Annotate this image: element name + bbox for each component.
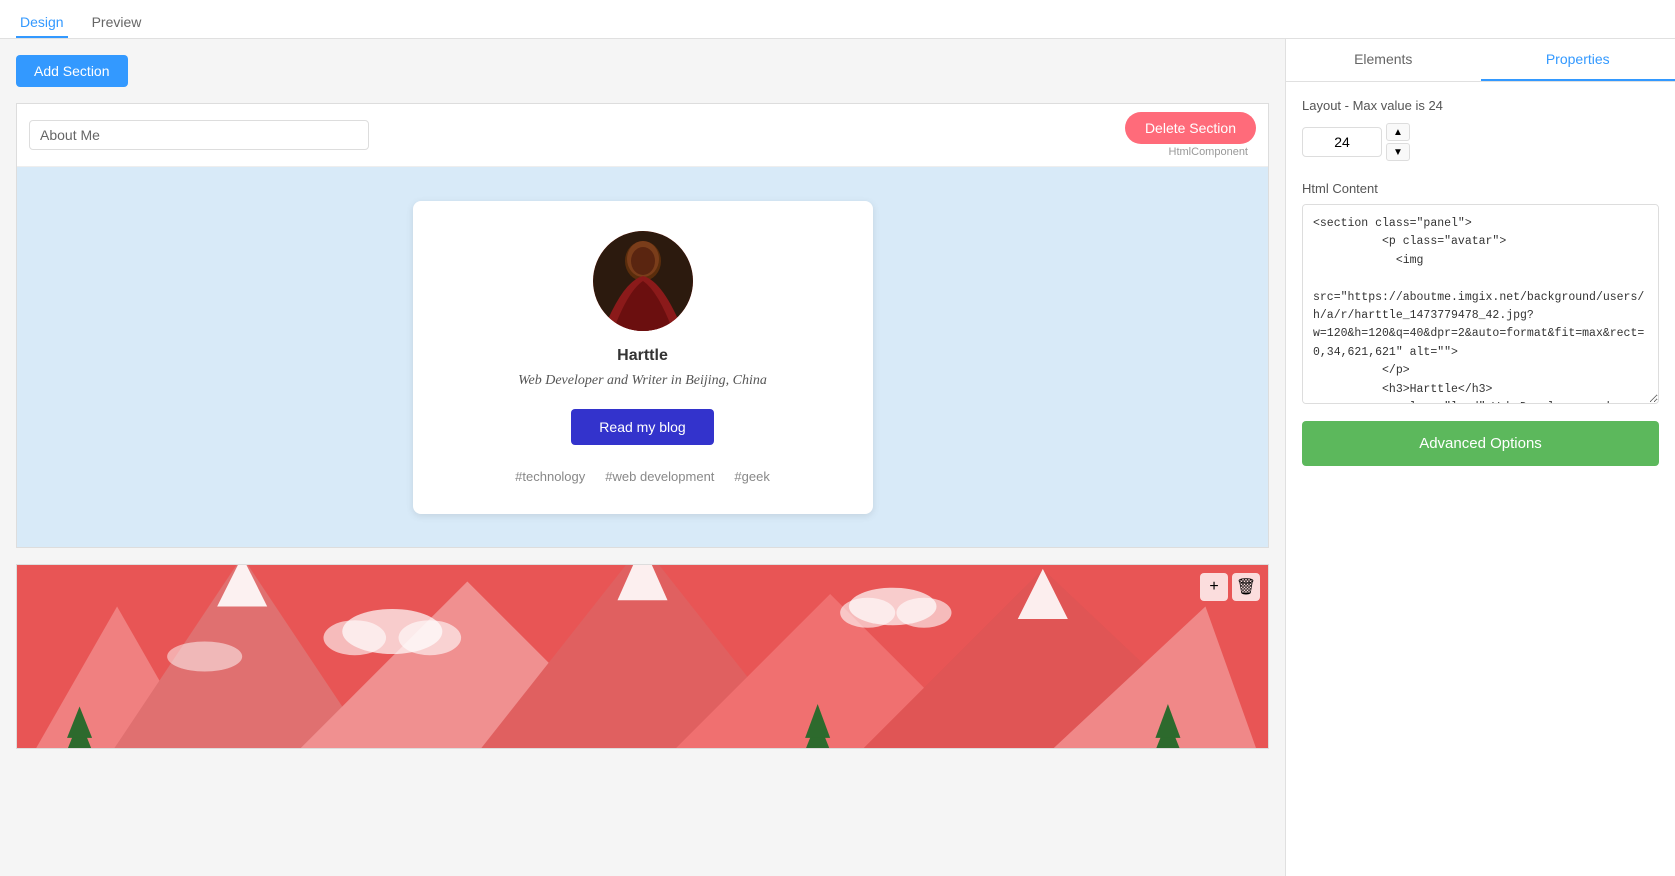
tab-design[interactable]: Design [16, 8, 68, 38]
layout-label: Layout - Max value is 24 [1302, 98, 1659, 113]
html-content-label: Html Content [1302, 181, 1659, 196]
spinner-up[interactable]: ▲ [1386, 123, 1410, 141]
panel-body: Layout - Max value is 24 ▲ ▼ Html Conten… [1286, 82, 1675, 876]
read-blog-button[interactable]: Read my blog [571, 409, 713, 445]
panel-tabs: Elements Properties [1286, 39, 1675, 82]
right-panel: Elements Properties Layout - Max value i… [1285, 39, 1675, 876]
advanced-options-button[interactable]: Advanced Options [1302, 421, 1659, 466]
html-component-label: HtmlComponent [1169, 146, 1248, 158]
avatar [593, 231, 693, 331]
layout-section: Layout - Max value is 24 ▲ ▼ [1302, 98, 1659, 161]
delete-section-button[interactable]: Delete Section [1125, 112, 1256, 144]
tag-web-development: #web development [605, 469, 714, 484]
tab-preview[interactable]: Preview [88, 8, 146, 38]
spinner-down[interactable]: ▼ [1386, 143, 1410, 161]
landscape-svg [17, 565, 1268, 748]
main-layout: Add Section Delete Section HtmlComponent [0, 39, 1675, 876]
person-title: Web Developer and Writer in Beijing, Chi… [453, 373, 833, 389]
delete-element-button[interactable]: 🗑 [1232, 573, 1260, 601]
section-title-input[interactable] [29, 120, 369, 150]
about-me-content: Harttle Web Developer and Writer in Beij… [17, 167, 1268, 547]
about-me-card: Harttle Web Developer and Writer in Beij… [413, 201, 873, 514]
tab-properties[interactable]: Properties [1481, 39, 1675, 81]
layout-value-input[interactable] [1302, 127, 1382, 157]
layout-spinner: ▲ ▼ [1302, 123, 1659, 161]
tab-elements[interactable]: Elements [1286, 39, 1481, 81]
tags-container: #technology #web development #geek [453, 469, 833, 484]
avatar-svg [593, 231, 693, 331]
tag-geek: #geek [734, 469, 769, 484]
tag-technology: #technology [515, 469, 585, 484]
section-header: Delete Section HtmlComponent [17, 104, 1268, 167]
code-editor[interactable]: <section class="panel"> <p class="avatar… [1302, 204, 1659, 404]
top-tabs-bar: Design Preview [0, 0, 1675, 39]
html-content-section: Html Content <section class="panel"> <p … [1302, 181, 1659, 409]
canvas-area: Add Section Delete Section HtmlComponent [0, 39, 1285, 876]
landscape-section-wrapper: + 🗑 [16, 564, 1269, 749]
add-element-button[interactable]: + [1200, 573, 1228, 601]
about-me-section-wrapper: Delete Section HtmlComponent [16, 103, 1269, 548]
add-section-button[interactable]: Add Section [16, 55, 128, 87]
spinner-arrows: ▲ ▼ [1386, 123, 1410, 161]
landscape-section-actions: + 🗑 [1200, 573, 1260, 601]
person-name: Harttle [453, 347, 833, 365]
